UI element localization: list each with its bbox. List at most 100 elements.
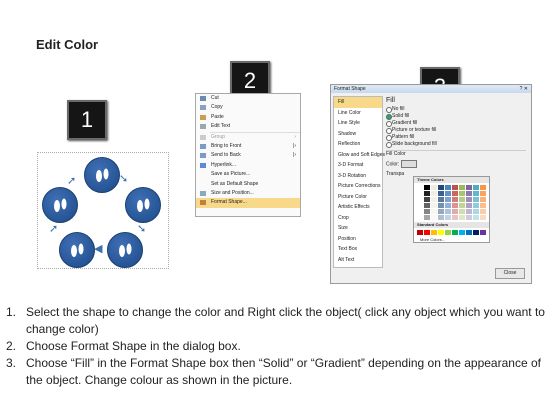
color-swatch[interactable] <box>445 215 451 220</box>
footprint-circle-left[interactable] <box>42 187 78 223</box>
menu-item-size-position[interactable]: Size and Position... <box>196 189 300 198</box>
color-swatch[interactable] <box>417 197 423 202</box>
menu-item-edit-text[interactable]: Edit Text <box>196 122 300 131</box>
color-swatch[interactable] <box>431 209 437 214</box>
footprint-circle-bottom-left[interactable] <box>59 232 95 268</box>
color-swatch[interactable] <box>480 197 486 202</box>
color-swatch[interactable] <box>459 191 465 196</box>
radio-slide-bg-fill[interactable]: Slide background fill <box>386 141 526 148</box>
color-swatch[interactable] <box>424 185 430 190</box>
menu-item-format-shape[interactable]: Format Shape... <box>196 198 300 208</box>
color-swatch[interactable] <box>473 203 479 208</box>
color-swatch[interactable] <box>480 209 486 214</box>
nav-item-size[interactable]: Size <box>334 223 382 234</box>
menu-item-hyperlink[interactable]: Hyperlink... <box>196 161 300 170</box>
color-swatch[interactable] <box>445 185 451 190</box>
radio-gradient-fill[interactable]: Gradient fill <box>386 120 526 127</box>
color-swatch[interactable] <box>466 185 472 190</box>
color-swatch[interactable] <box>466 215 472 220</box>
nav-item-glow[interactable]: Glow and Soft Edges <box>334 150 385 161</box>
color-swatch[interactable] <box>452 203 458 208</box>
radio-no-fill[interactable]: No fill <box>386 106 526 113</box>
menu-item-set-default-shape[interactable]: Set as Default Shape <box>196 180 300 189</box>
color-swatch[interactable] <box>424 230 430 235</box>
color-swatch[interactable] <box>438 230 444 235</box>
color-swatch[interactable] <box>417 209 423 214</box>
nav-item-text-box[interactable]: Text Box <box>334 244 382 255</box>
menu-item-send-to-back[interactable]: Send to Back |› <box>196 151 300 160</box>
color-swatch[interactable] <box>452 230 458 235</box>
color-swatch[interactable] <box>459 197 465 202</box>
color-swatch[interactable] <box>438 209 444 214</box>
color-swatch[interactable] <box>438 215 444 220</box>
color-swatch[interactable] <box>424 209 430 214</box>
color-swatch[interactable] <box>445 197 451 202</box>
color-swatch[interactable] <box>466 230 472 235</box>
nav-item-3d-format[interactable]: 3-D Format <box>334 160 382 171</box>
color-swatch[interactable] <box>473 230 479 235</box>
footprint-circle-top[interactable] <box>84 157 120 193</box>
nav-item-shadow[interactable]: Shadow <box>334 129 382 140</box>
color-swatch[interactable] <box>424 203 430 208</box>
menu-item-copy[interactable]: Copy <box>196 103 300 112</box>
nav-item-position[interactable]: Position <box>334 234 382 245</box>
nav-item-fill[interactable]: Fill <box>334 97 382 108</box>
color-swatch[interactable] <box>445 203 451 208</box>
color-swatch[interactable] <box>466 197 472 202</box>
color-swatch[interactable] <box>417 185 423 190</box>
nav-item-line-color[interactable]: Line Color <box>334 108 382 119</box>
nav-item-line-style[interactable]: Line Style <box>334 118 382 129</box>
menu-item-save-as-picture[interactable]: Save as Picture... <box>196 170 300 179</box>
color-swatch[interactable] <box>459 185 465 190</box>
color-swatch[interactable] <box>417 203 423 208</box>
color-swatch[interactable] <box>424 197 430 202</box>
color-swatch[interactable] <box>452 215 458 220</box>
color-swatch[interactable] <box>459 209 465 214</box>
color-picker-button[interactable] <box>400 160 417 168</box>
nav-item-3d-rotation[interactable]: 3-D Rotation <box>334 171 382 182</box>
footprint-cycle-diagram[interactable]: ➘ ➘ ◀ ➚ ➚ <box>37 152 169 269</box>
color-swatch[interactable] <box>480 203 486 208</box>
color-swatch[interactable] <box>417 230 423 235</box>
color-swatch[interactable] <box>459 230 465 235</box>
color-swatch[interactable] <box>431 215 437 220</box>
color-swatch[interactable] <box>480 230 486 235</box>
menu-item-group[interactable]: Group › <box>196 133 300 142</box>
menu-item-paste[interactable]: Paste <box>196 113 300 122</box>
color-swatch[interactable] <box>480 185 486 190</box>
nav-item-artistic-effects[interactable]: Artistic Effects <box>334 202 382 213</box>
footprint-circle-right[interactable] <box>125 187 161 223</box>
radio-picture-fill[interactable]: Picture or texture fill <box>386 127 526 134</box>
color-swatch[interactable] <box>431 230 437 235</box>
color-swatch[interactable] <box>473 209 479 214</box>
color-swatch[interactable] <box>459 215 465 220</box>
nav-item-alt-text[interactable]: Alt Text <box>334 255 382 266</box>
nav-item-reflection[interactable]: Reflection <box>334 139 382 150</box>
color-swatch[interactable] <box>452 197 458 202</box>
close-icon[interactable]: ? ✕ <box>520 85 528 93</box>
color-swatch[interactable] <box>473 191 479 196</box>
color-swatch[interactable] <box>417 191 423 196</box>
color-swatch[interactable] <box>424 191 430 196</box>
color-swatch[interactable] <box>431 191 437 196</box>
color-swatch[interactable] <box>438 191 444 196</box>
color-swatch[interactable] <box>438 197 444 202</box>
color-swatch[interactable] <box>473 215 479 220</box>
color-swatch[interactable] <box>452 191 458 196</box>
color-swatch[interactable] <box>459 203 465 208</box>
color-swatch[interactable] <box>466 203 472 208</box>
color-swatch[interactable] <box>452 209 458 214</box>
more-colors-link[interactable]: More Colors... <box>414 237 489 242</box>
color-swatch[interactable] <box>438 185 444 190</box>
color-swatch[interactable] <box>480 191 486 196</box>
color-swatch[interactable] <box>431 203 437 208</box>
color-swatch[interactable] <box>431 185 437 190</box>
menu-item-bring-to-front[interactable]: Bring to Front |› <box>196 142 300 151</box>
color-swatch[interactable] <box>438 203 444 208</box>
color-swatch[interactable] <box>473 185 479 190</box>
color-swatch[interactable] <box>473 197 479 202</box>
nav-item-picture-corrections[interactable]: Picture Corrections <box>334 181 382 192</box>
color-swatch[interactable] <box>452 185 458 190</box>
theme-color-grid[interactable] <box>414 183 489 222</box>
color-swatch[interactable] <box>466 191 472 196</box>
